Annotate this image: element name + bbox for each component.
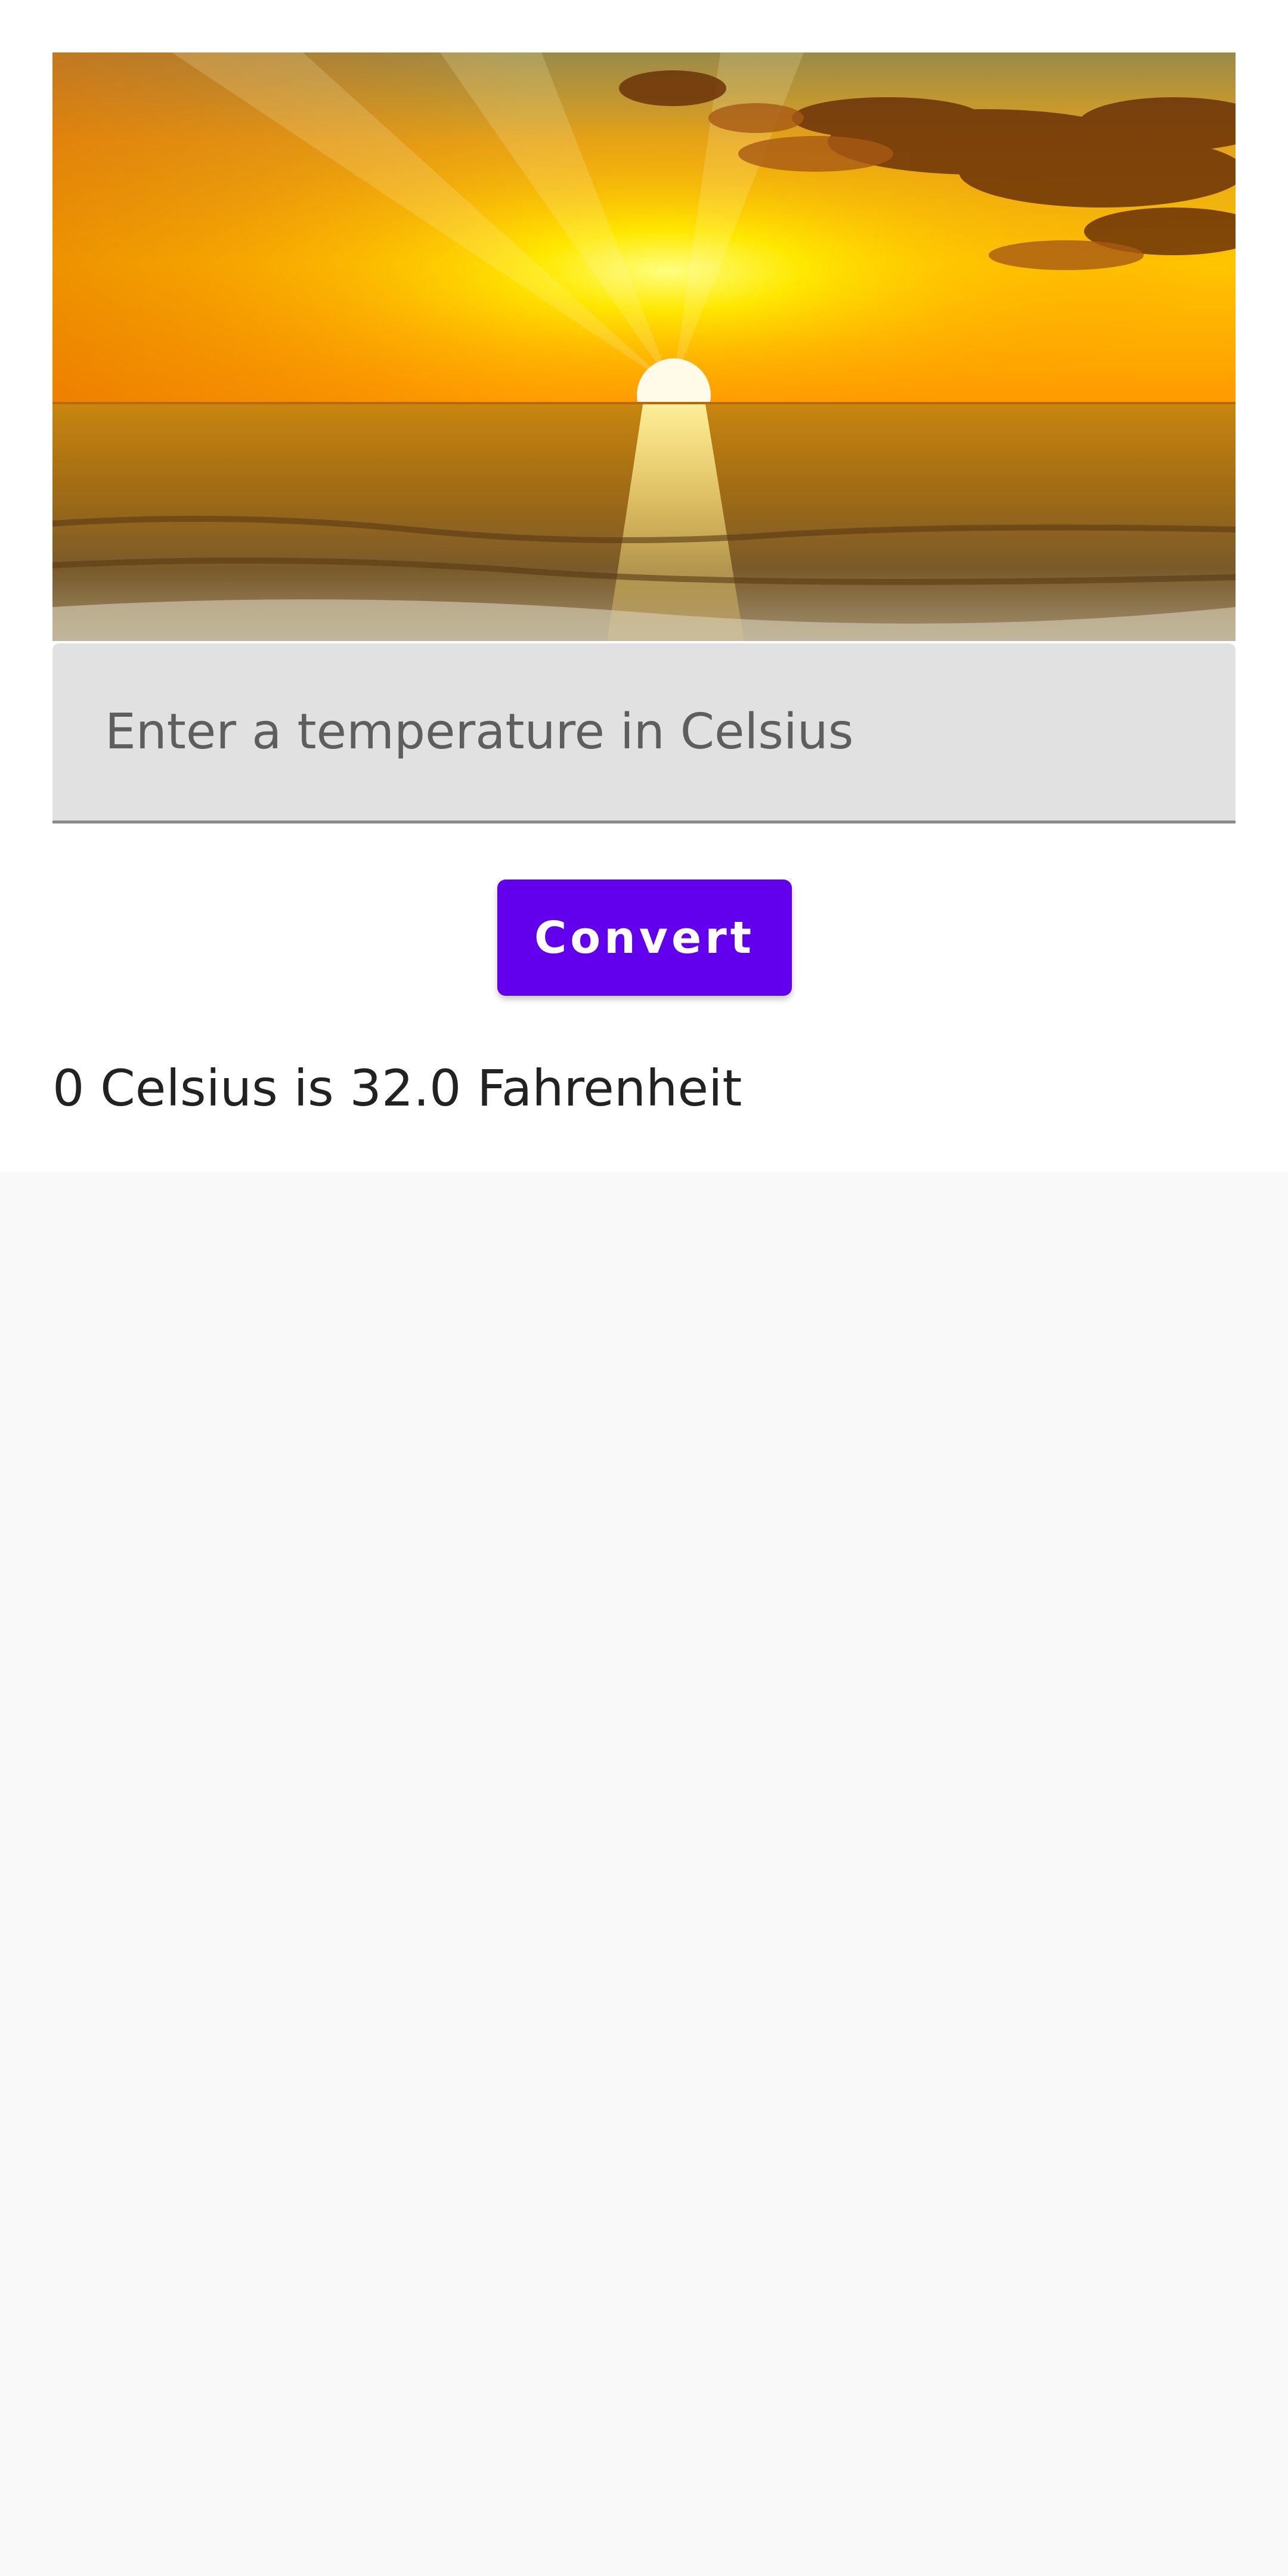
empty-background-area (0, 1172, 1288, 2576)
temperature-text-field[interactable] (52, 643, 1236, 823)
sunset-image (52, 52, 1236, 641)
app-content: Convert 0 Celsius is 32.0 Fahrenheit (0, 0, 1288, 1172)
convert-button[interactable]: Convert (497, 880, 792, 996)
conversion-result-text: 0 Celsius is 32.0 Fahrenheit (52, 1059, 742, 1117)
temperature-input[interactable] (105, 643, 1208, 821)
